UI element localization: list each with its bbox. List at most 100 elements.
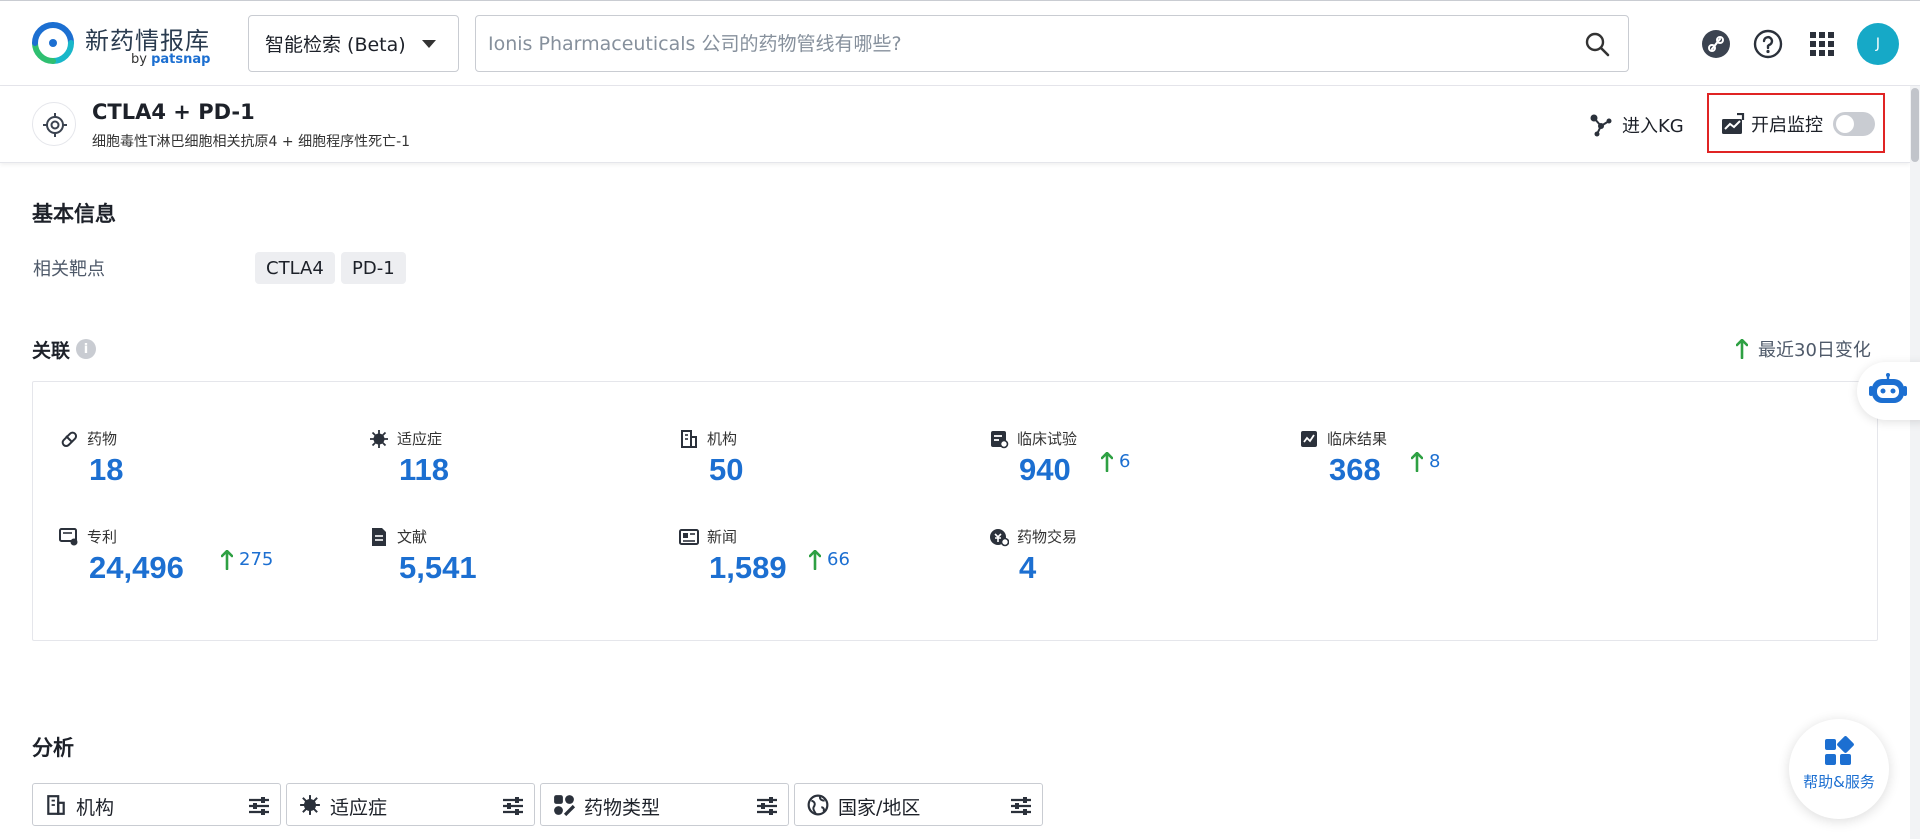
tune-icon[interactable] [248,796,270,816]
tune-icon[interactable] [502,796,524,816]
recent-changes-label: 最近30日变化 [1758,340,1871,361]
target-tag[interactable]: PD-1 [341,252,406,284]
filter-drug-type[interactable]: 药物类型 [540,783,789,826]
stat-value[interactable]: 18 [89,452,123,488]
stat-label: 临床结果 [1327,430,1388,448]
clinical-result-icon [1301,430,1317,447]
entity-header: CTLA4 + PD-1 细胞毒性T淋巴细胞相关抗原4 + 细胞程序性死亡-1 … [0,86,1910,163]
stat-label: 机构 [707,430,738,448]
help-icon[interactable] [1753,29,1783,59]
building-icon [47,795,65,815]
filter-label: 机构 [76,797,115,819]
stat-label: 药物交易 [1017,528,1078,546]
search-box [475,15,1629,72]
stat-organizations[interactable]: 机构 50 [679,428,979,498]
info-icon[interactable]: i [76,339,96,359]
stat-value[interactable]: 940 [1019,452,1071,488]
stat-delta-value: 6 [1119,451,1131,472]
filter-indication[interactable]: 适应症 [286,783,535,826]
news-icon [679,528,699,545]
stat-label-group: 机构 [679,428,737,449]
logo-by: by [131,52,147,67]
stat-value[interactable]: 368 [1329,452,1381,488]
robot-icon [1869,373,1907,403]
monitor-toggle[interactable] [1833,112,1875,136]
relations-stats-card: 药物 18 适应症 118 机构 50 临床试验 940 6 临床结果 368 … [32,381,1878,641]
target-icon [43,113,67,137]
search-icon[interactable] [1584,31,1610,57]
virus-icon [300,795,320,815]
enter-kg-button[interactable]: 进入KG [1588,110,1684,140]
logo-mark-icon [32,22,74,64]
stat-delta: 8 [1411,452,1440,472]
stat-label-group: 新闻 [679,526,737,547]
clinical-trial-icon [991,430,1009,448]
filter-organization[interactable]: 机构 [32,783,281,826]
target-badge [32,102,76,146]
enter-kg-label: 进入KG [1622,116,1684,137]
stat-value[interactable]: 50 [709,452,743,488]
search-mode-select[interactable]: 智能检索 (Beta) [248,15,459,72]
scrollbar-thumb[interactable] [1911,88,1919,162]
deal-icon [990,528,1009,546]
user-avatar[interactable]: J [1857,23,1899,65]
entity-title: CTLA4 + PD-1 [92,100,255,124]
tune-icon[interactable] [756,796,778,816]
document-icon [372,527,386,546]
monitor-highlight: 开启监控 [1707,93,1885,153]
stat-news[interactable]: 新闻 1,589 66 [679,526,979,596]
ai-assistant-button[interactable] [1857,362,1920,420]
monitor-chart-icon [1722,113,1745,134]
help-service-label: 帮助&服务 [1803,773,1875,791]
apps-grid-icon[interactable] [1807,29,1837,59]
recent-changes-legend: 最近30日变化 [1736,336,1871,362]
stat-label-group: 专利 [59,526,117,547]
arrow-up-icon [1101,452,1113,472]
stat-value[interactable]: 118 [399,452,449,488]
filter-label: 国家/地区 [838,797,921,819]
logo-subtitle: by patsnap [131,52,210,67]
arrow-up-icon [809,550,821,570]
target-tag[interactable]: CTLA4 [255,252,335,284]
related-targets-label: 相关靶点 [33,259,105,280]
stat-clinical-results[interactable]: 临床结果 368 8 [1299,428,1599,498]
stat-label-group: 药物 [59,428,117,449]
link-icon[interactable] [1701,29,1731,59]
stat-label-group: 文献 [369,526,427,547]
building-icon [681,429,697,448]
globe-icon [807,794,829,816]
stat-delta: 275 [221,550,273,570]
app-logo[interactable]: 新药情报库 by patsnap [31,21,210,71]
arrow-up-icon [1736,339,1748,359]
monitor-toggle-group[interactable]: 开启监控 [1721,111,1875,137]
stat-label-group: 临床结果 [1299,428,1387,449]
help-grid-icon [1825,736,1854,765]
arrow-up-icon [1411,452,1423,472]
stat-patents[interactable]: 专利 24,496 275 [59,526,359,596]
stat-clinical-trials[interactable]: 临床试验 940 6 [989,428,1289,498]
stat-label-group: 药物交易 [989,526,1077,547]
stat-label: 专利 [87,528,118,546]
caret-down-icon [422,40,436,48]
logo-title: 新药情报库 [85,27,210,55]
stat-value[interactable]: 24,496 [89,550,184,586]
entity-subtitle: 细胞毒性T淋巴细胞相关抗原4 + 细胞程序性死亡-1 [92,134,411,150]
filter-country-region[interactable]: 国家/地区 [794,783,1043,826]
patent-icon [59,527,78,545]
scrollbar-track[interactable] [1910,86,1920,839]
tune-icon[interactable] [1010,796,1032,816]
stat-delta-value: 275 [239,549,274,570]
stat-value[interactable]: 1,589 [709,550,787,586]
stat-delta-value: 8 [1429,451,1441,472]
stat-value[interactable]: 5,541 [399,550,477,586]
monitor-label: 开启监控 [1751,115,1823,136]
search-input[interactable] [488,16,1568,71]
stat-value[interactable]: 4 [1019,550,1036,586]
drug-type-icon [554,795,575,816]
arrow-up-icon [221,550,233,570]
stat-indications[interactable]: 适应症 118 [369,428,669,498]
help-service-button[interactable]: 帮助&服务 [1789,719,1889,819]
stat-drug-deals[interactable]: 药物交易 4 [989,526,1289,596]
stat-drugs[interactable]: 药物 18 [59,428,359,498]
stat-literature[interactable]: 文献 5,541 [369,526,669,596]
